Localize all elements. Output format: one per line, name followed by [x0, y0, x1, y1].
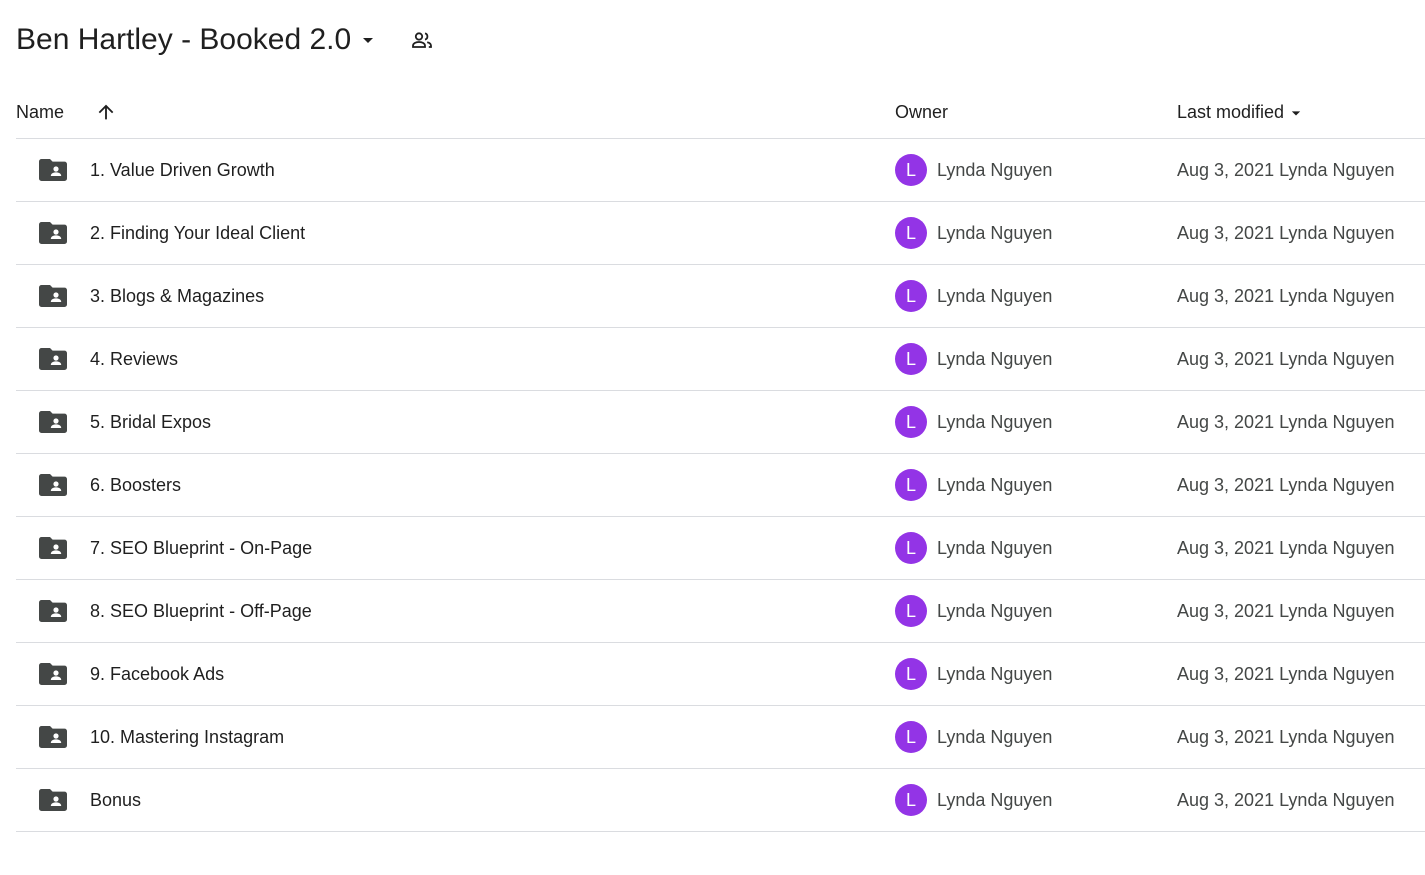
file-row[interactable]: 4. Reviews L Lynda Nguyen Aug 3, 2021 Lynda… — [16, 328, 1425, 391]
last-modified: Aug 3, 2021 Lynda Nguyen — [1177, 160, 1395, 180]
shared-folder-icon — [39, 159, 67, 181]
owner-name: Lynda Nguyen — [937, 664, 1053, 684]
file-row[interactable]: 8. SEO Blueprint - Off-Page L Lynda Nguyen… — [16, 580, 1425, 643]
column-header-row: Name Owner Last modified — [16, 92, 1425, 139]
avatar: L — [895, 721, 927, 753]
shared-folder-icon — [39, 726, 67, 748]
file-list: 1. Value Driven Growth L Lynda Nguyen Aug 3… — [16, 139, 1425, 832]
shared-folder-icon — [39, 663, 67, 685]
last-modified: Aug 3, 2021 Lynda Nguyen — [1177, 412, 1395, 432]
file-row[interactable]: 3. Blogs & Magazines L Lynda Nguyen Aug 3, … — [16, 265, 1425, 328]
arrow-upward-icon[interactable] — [95, 101, 117, 123]
file-row[interactable]: 10. Mastering Instagram L Lynda Nguyen Aug … — [16, 706, 1425, 769]
file-name[interactable]: Bonus — [90, 790, 141, 811]
last-modified: Aug 3, 2021 Lynda Nguyen — [1177, 664, 1395, 684]
avatar: L — [895, 217, 927, 249]
file-name[interactable]: 5. Bridal Expos — [90, 412, 211, 433]
column-header-name[interactable]: Name — [16, 102, 64, 123]
shared-folder-icon — [39, 537, 67, 559]
shared-folder-icon — [39, 222, 67, 244]
owner-name: Lynda Nguyen — [937, 538, 1053, 558]
last-modified: Aug 3, 2021 Lynda Nguyen — [1177, 790, 1395, 810]
file-name[interactable]: 6. Boosters — [90, 475, 181, 496]
owner-name: Lynda Nguyen — [937, 790, 1053, 810]
file-name[interactable]: 3. Blogs & Magazines — [90, 286, 264, 307]
file-name[interactable]: 4. Reviews — [90, 349, 178, 370]
owner-name: Lynda Nguyen — [937, 286, 1053, 306]
last-modified: Aug 3, 2021 Lynda Nguyen — [1177, 601, 1395, 621]
file-row[interactable]: 5. Bridal Expos L Lynda Nguyen Aug 3, 2021 … — [16, 391, 1425, 454]
owner-name: Lynda Nguyen — [937, 475, 1053, 495]
file-row[interactable]: 1. Value Driven Growth L Lynda Nguyen Aug 3… — [16, 139, 1425, 202]
last-modified: Aug 3, 2021 Lynda Nguyen — [1177, 349, 1395, 369]
file-name[interactable]: 7. SEO Blueprint - On-Page — [90, 538, 312, 559]
folder-header: Ben Hartley - Booked 2.0 — [16, 18, 435, 62]
arrow-drop-down-icon[interactable] — [355, 27, 381, 53]
shared-folder-icon — [39, 474, 67, 496]
arrow-drop-down-icon[interactable] — [1286, 103, 1306, 123]
avatar: L — [895, 280, 927, 312]
file-name[interactable]: 8. SEO Blueprint - Off-Page — [90, 601, 312, 622]
file-row[interactable]: Bonus L Lynda Nguyen Aug 3, 2021 Lynda Nguy… — [16, 769, 1425, 832]
owner-name: Lynda Nguyen — [937, 349, 1053, 369]
last-modified: Aug 3, 2021 Lynda Nguyen — [1177, 223, 1395, 243]
folder-title[interactable]: Ben Hartley - Booked 2.0 — [16, 23, 351, 57]
file-row[interactable]: 7. SEO Blueprint - On-Page L Lynda Nguyen A… — [16, 517, 1425, 580]
last-modified: Aug 3, 2021 Lynda Nguyen — [1177, 475, 1395, 495]
avatar: L — [895, 406, 927, 438]
shared-folder-icon — [39, 600, 67, 622]
file-row[interactable]: 6. Boosters L Lynda Nguyen Aug 3, 2021 Lynd… — [16, 454, 1425, 517]
file-name[interactable]: 10. Mastering Instagram — [90, 727, 284, 748]
file-name[interactable]: 9. Facebook Ads — [90, 664, 224, 685]
owner-name: Lynda Nguyen — [937, 412, 1053, 432]
avatar: L — [895, 658, 927, 690]
file-row[interactable]: 9. Facebook Ads L Lynda Nguyen Aug 3, 2021 … — [16, 643, 1425, 706]
owner-name: Lynda Nguyen — [937, 223, 1053, 243]
file-row[interactable]: 2. Finding Your Ideal Client L Lynda Nguye… — [16, 202, 1425, 265]
avatar: L — [895, 343, 927, 375]
avatar: L — [895, 532, 927, 564]
owner-name: Lynda Nguyen — [937, 160, 1053, 180]
people-icon[interactable] — [409, 27, 435, 53]
file-name[interactable]: 1. Value Driven Growth — [90, 160, 275, 181]
avatar: L — [895, 469, 927, 501]
owner-name: Lynda Nguyen — [937, 601, 1053, 621]
shared-folder-icon — [39, 348, 67, 370]
avatar: L — [895, 154, 927, 186]
last-modified: Aug 3, 2021 Lynda Nguyen — [1177, 538, 1395, 558]
column-header-owner: Owner — [895, 102, 949, 122]
avatar: L — [895, 784, 927, 816]
shared-folder-icon — [39, 285, 67, 307]
shared-folder-icon — [39, 411, 67, 433]
owner-name: Lynda Nguyen — [937, 727, 1053, 747]
column-header-last-modified[interactable]: Last modified — [1177, 102, 1306, 123]
last-modified: Aug 3, 2021 Lynda Nguyen — [1177, 727, 1395, 747]
last-modified: Aug 3, 2021 Lynda Nguyen — [1177, 286, 1395, 306]
column-header-last-modified-label: Last modified — [1177, 102, 1285, 122]
shared-folder-icon — [39, 789, 67, 811]
file-name[interactable]: 2. Finding Your Ideal Client — [90, 223, 305, 244]
avatar: L — [895, 595, 927, 627]
